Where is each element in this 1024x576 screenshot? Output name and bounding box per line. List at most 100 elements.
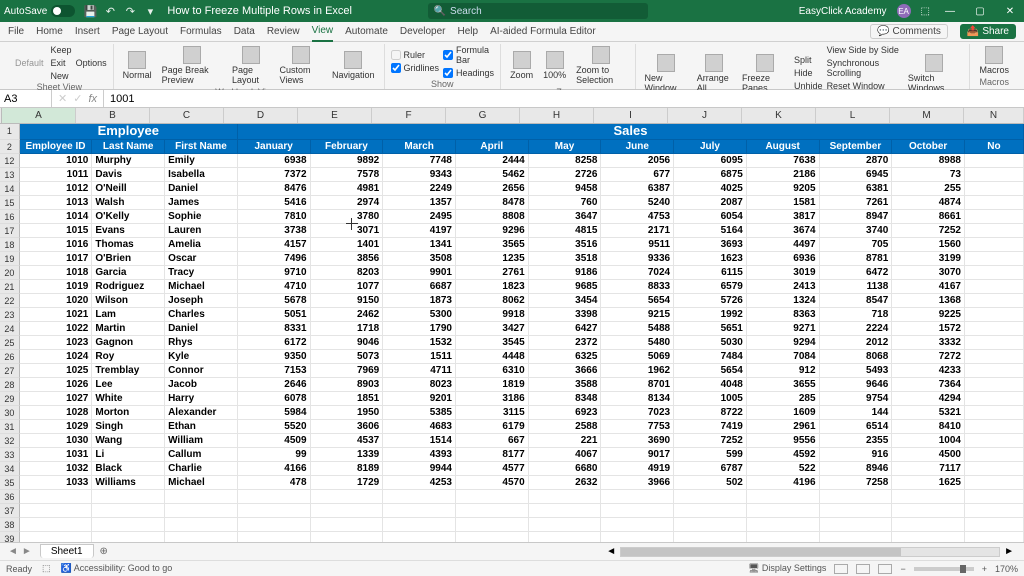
cell[interactable]: 3588: [529, 378, 602, 392]
cell[interactable]: [674, 532, 747, 542]
cell[interactable]: William: [165, 434, 238, 448]
cell[interactable]: 1020: [20, 294, 93, 308]
cell[interactable]: 8781: [820, 252, 893, 266]
cell[interactable]: 3565: [456, 238, 529, 252]
cell[interactable]: 5654: [601, 294, 674, 308]
cell[interactable]: 2413: [747, 280, 820, 294]
cell[interactable]: Michael: [165, 280, 238, 294]
cell[interactable]: 6680: [529, 462, 602, 476]
cell[interactable]: 6936: [747, 252, 820, 266]
cell[interactable]: 9901: [383, 266, 456, 280]
cell[interactable]: Callum: [165, 448, 238, 462]
tab-formulas[interactable]: Formulas: [180, 26, 222, 37]
row-header[interactable]: 27: [0, 364, 20, 378]
cell[interactable]: 5480: [601, 336, 674, 350]
cell[interactable]: 6381: [820, 182, 893, 196]
cell[interactable]: 3740: [820, 224, 893, 238]
cell[interactable]: 677: [601, 168, 674, 182]
row-header[interactable]: 33: [0, 448, 20, 462]
cell[interactable]: 9685: [529, 280, 602, 294]
row-header[interactable]: 32: [0, 434, 20, 448]
cell[interactable]: [965, 336, 1024, 350]
cell[interactable]: Charlie: [165, 462, 238, 476]
cell[interactable]: [529, 532, 602, 542]
cell[interactable]: 5030: [674, 336, 747, 350]
row-header[interactable]: 18: [0, 238, 20, 252]
cell[interactable]: 6387: [601, 182, 674, 196]
cell[interactable]: 1031: [20, 448, 93, 462]
spreadsheet-grid[interactable]: ABCDEFGHIJKLMN 1EmployeeSales2Employee I…: [0, 108, 1024, 542]
cell[interactable]: 1005: [674, 392, 747, 406]
cell[interactable]: [456, 504, 529, 518]
cell[interactable]: 2761: [456, 266, 529, 280]
cell[interactable]: 3545: [456, 336, 529, 350]
tab-developer[interactable]: Developer: [400, 26, 446, 37]
normal-view-icon[interactable]: [834, 564, 848, 574]
zoom-selection-button[interactable]: Zoom to Selection: [573, 44, 628, 87]
cell[interactable]: [601, 532, 674, 542]
sync-scroll-button[interactable]: Synchronous Scrolling: [827, 57, 901, 79]
cell[interactable]: 1022: [20, 322, 93, 336]
cell[interactable]: 8547: [820, 294, 893, 308]
cell[interactable]: Daniel: [165, 322, 238, 336]
row-header[interactable]: 13: [0, 168, 20, 182]
cell[interactable]: [965, 434, 1024, 448]
cell[interactable]: 5654: [674, 364, 747, 378]
cell[interactable]: 9892: [311, 154, 384, 168]
cell[interactable]: 4393: [383, 448, 456, 462]
cell[interactable]: [92, 532, 165, 542]
tab-file[interactable]: File: [8, 26, 24, 37]
cell[interactable]: 8833: [601, 280, 674, 294]
cell[interactable]: 7969: [311, 364, 384, 378]
cell[interactable]: February: [311, 140, 384, 154]
cell[interactable]: 3070: [892, 266, 965, 280]
cell[interactable]: 8722: [674, 406, 747, 420]
cell[interactable]: 3186: [456, 392, 529, 406]
cell[interactable]: 3115: [456, 406, 529, 420]
row-header[interactable]: 36: [0, 490, 20, 504]
cell[interactable]: 255: [892, 182, 965, 196]
cell[interactable]: 3647: [529, 210, 602, 224]
cell[interactable]: Wang: [92, 434, 165, 448]
row-header[interactable]: 12: [0, 154, 20, 168]
cell[interactable]: 1623: [674, 252, 747, 266]
row-header[interactable]: 20: [0, 266, 20, 280]
cell[interactable]: Amelia: [165, 238, 238, 252]
cell[interactable]: 1718: [311, 322, 384, 336]
cell[interactable]: 502: [674, 476, 747, 490]
cell[interactable]: January: [238, 140, 311, 154]
cell[interactable]: 2444: [456, 154, 529, 168]
cell[interactable]: [820, 518, 893, 532]
cell[interactable]: 9511: [601, 238, 674, 252]
side-by-side-button[interactable]: View Side by Side: [827, 44, 901, 56]
cell[interactable]: 73: [892, 168, 965, 182]
cell[interactable]: 1004: [892, 434, 965, 448]
cell[interactable]: 7496: [238, 252, 311, 266]
cell[interactable]: 6179: [456, 420, 529, 434]
cell[interactable]: 1077: [311, 280, 384, 294]
cell[interactable]: 7023: [601, 406, 674, 420]
cell[interactable]: 6325: [529, 350, 602, 364]
cell[interactable]: 6310: [456, 364, 529, 378]
cell[interactable]: 2726: [529, 168, 602, 182]
cell[interactable]: 8203: [311, 266, 384, 280]
horizontal-scrollbar[interactable]: ◄ ►: [114, 546, 1024, 557]
cell[interactable]: [456, 490, 529, 504]
cell[interactable]: 9944: [383, 462, 456, 476]
cell[interactable]: 4196: [747, 476, 820, 490]
cell[interactable]: Wilson: [92, 294, 165, 308]
row-header[interactable]: 1: [0, 124, 20, 140]
cell[interactable]: Singh: [92, 420, 165, 434]
add-sheet-button[interactable]: ⊕: [94, 546, 114, 557]
cell[interactable]: White: [92, 392, 165, 406]
cell[interactable]: 1514: [383, 434, 456, 448]
cell[interactable]: 4537: [311, 434, 384, 448]
cell[interactable]: 4233: [892, 364, 965, 378]
display-settings[interactable]: 🖥 Display Settings: [748, 563, 826, 574]
switch-windows-button[interactable]: Switch Windows: [905, 52, 964, 95]
cell[interactable]: June: [601, 140, 674, 154]
cell[interactable]: 9046: [311, 336, 384, 350]
cell[interactable]: 6115: [674, 266, 747, 280]
ribbon-mode-icon[interactable]: ⬚: [921, 6, 930, 17]
exit-button[interactable]: Exit: [51, 57, 72, 69]
